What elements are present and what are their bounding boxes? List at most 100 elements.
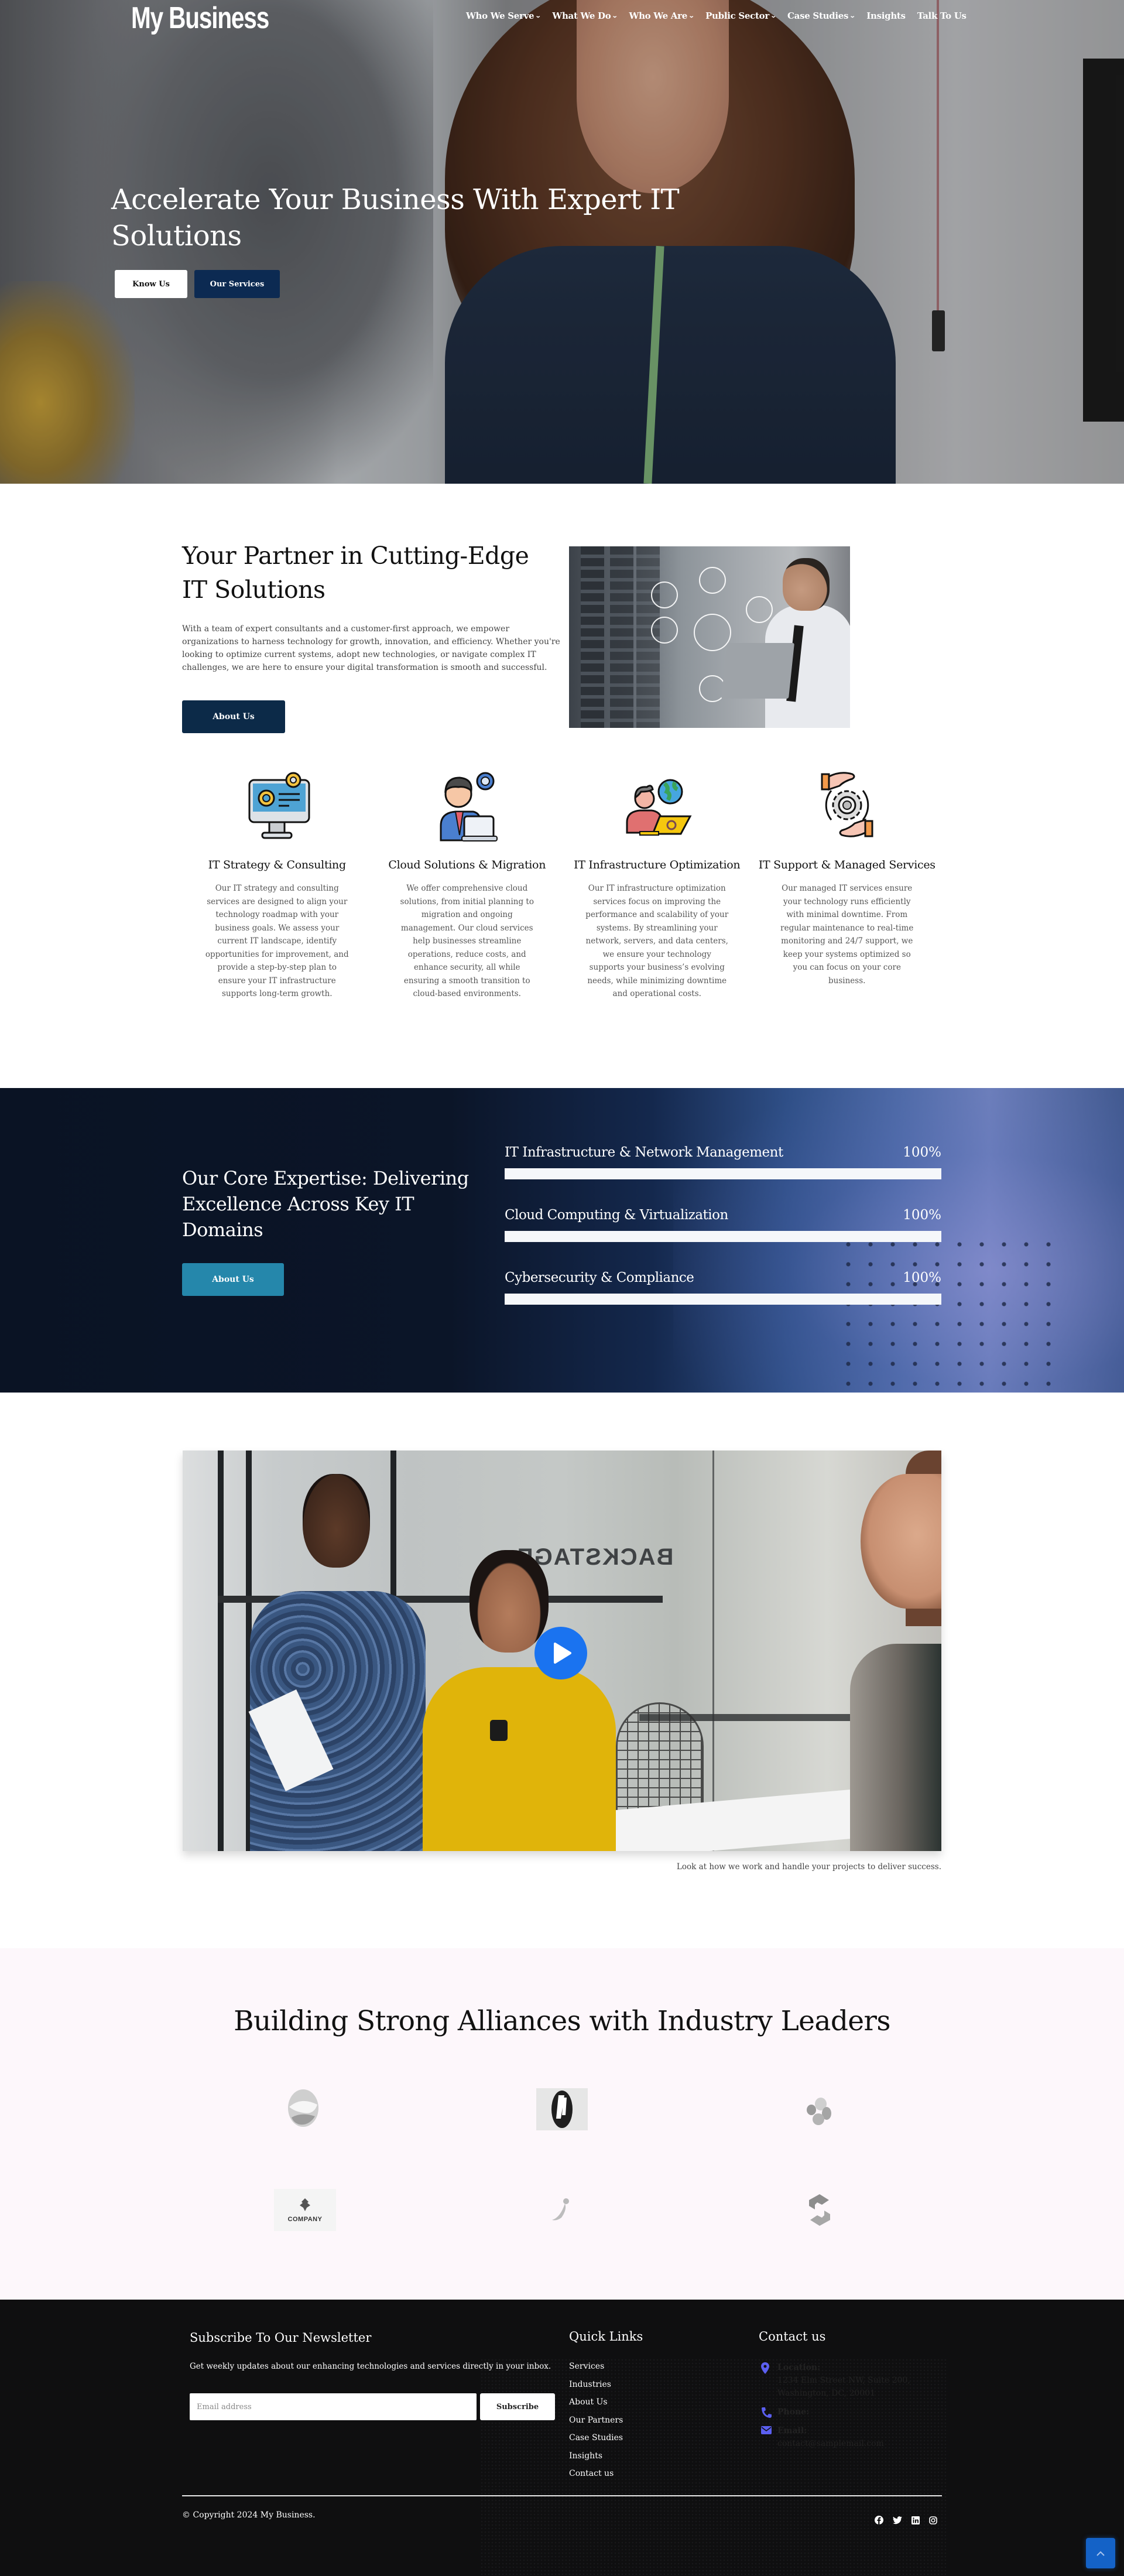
skills-list: IT Infrastructure & Network Management 1… — [505, 1145, 941, 1333]
contact-location: Location: 1234 Elm Street NW, Suite 200,… — [759, 2361, 946, 2400]
partner-logo-pebbles[interactable] — [802, 2093, 837, 2130]
woman-right-face — [861, 1474, 941, 1609]
envelope-icon — [761, 2426, 772, 2439]
tablet-hologram-icon — [699, 567, 726, 594]
user-globe-laptop-icon — [619, 767, 695, 843]
skill-percent: 100% — [903, 1270, 941, 1285]
tree-logo-icon — [300, 2198, 310, 2211]
nav-item-insights[interactable]: Insights — [866, 11, 906, 21]
location-line1: 1234 Elm Street NW, Suite 200, — [777, 2376, 910, 2385]
pebbles-logo-icon — [807, 2098, 831, 2125]
nav-item-who-we-are[interactable]: Who We Are ⌄ — [629, 11, 695, 21]
database-hologram-icon — [651, 581, 678, 608]
skill-track — [505, 1168, 941, 1179]
nav-label: Who We Are — [629, 11, 688, 21]
quick-link-insights[interactable]: Insights — [569, 2451, 623, 2462]
partner-logo-s-hexagon[interactable] — [802, 2191, 837, 2229]
swoosh-figure-logo-icon — [552, 2198, 569, 2221]
facebook-icon[interactable] — [875, 2516, 883, 2524]
service-title: Cloud Solutions & Migration — [388, 858, 546, 871]
phone-label: Phone: — [777, 2407, 810, 2417]
nav-item-who-we-serve[interactable]: Who We Serve ⌄ — [466, 11, 542, 21]
contact-title: Contact us — [759, 2329, 826, 2344]
hero-title: Accelerate Your Business With Expert IT … — [111, 183, 680, 252]
s-hexagon-logo-icon — [809, 2194, 830, 2226]
partner-logo-tree-company[interactable]: COMPANY — [274, 2189, 336, 2231]
service-card: Cloud Solutions & Migration We offer com… — [372, 767, 563, 1001]
service-title: IT Infrastructure Optimization — [574, 858, 741, 871]
service-text: We offer comprehensive cloud solutions, … — [400, 884, 534, 998]
nav-item-what-we-do[interactable]: What We Do ⌄ — [552, 11, 618, 21]
swirl-sphere-logo-icon — [288, 2089, 318, 2127]
skill-bar: IT Infrastructure & Network Management 1… — [505, 1145, 941, 1207]
social-links — [875, 2516, 937, 2524]
chevron-down-icon: ⌄ — [535, 12, 542, 19]
email-link[interactable]: contact@samplemail.com — [777, 2437, 946, 2450]
newsletter-title: Subscribe To Our Newsletter — [190, 2331, 372, 2345]
nav-label: Insights — [866, 11, 906, 21]
subscribe-button[interactable]: Subscribe — [480, 2393, 555, 2420]
quick-link-our-partners[interactable]: Our Partners — [569, 2415, 623, 2427]
video-person-man — [238, 1474, 437, 1851]
nav-label: Who We Serve — [466, 11, 534, 21]
skill-track — [505, 1231, 941, 1242]
server-rack — [610, 546, 633, 728]
about-image-it-consultant — [569, 546, 850, 728]
email-label: Email: — [777, 2426, 807, 2435]
about-text: With a team of expert consultants and a … — [182, 624, 560, 672]
partner-logo-swoosh-figure[interactable] — [543, 2192, 578, 2228]
quick-link-contact-us[interactable]: Contact us — [569, 2468, 623, 2480]
partner-logo-a-oval[interactable] — [536, 2088, 588, 2130]
quick-link-services[interactable]: Services — [569, 2361, 623, 2373]
linkedin-icon[interactable] — [911, 2516, 920, 2524]
newsletter-email-input[interactable] — [190, 2393, 477, 2420]
contact-info: Location: 1234 Elm Street NW, Suite 200,… — [759, 2361, 946, 2456]
partner-logo-swirl-sphere[interactable] — [280, 2085, 327, 2132]
service-text: Our IT strategy and consulting services … — [205, 884, 349, 998]
nav-label: Talk To Us — [917, 11, 967, 21]
expertise-about-us-button[interactable]: About Us — [182, 1263, 284, 1296]
man-head — [303, 1474, 370, 1568]
nav-item-case-studies[interactable]: Case Studies ⌄ — [787, 11, 856, 21]
computer-hologram-icon — [651, 617, 678, 644]
skill-track — [505, 1294, 941, 1305]
service-card: IT Infrastructure Optimization Our IT in… — [562, 767, 752, 1001]
know-us-button[interactable]: Know Us — [115, 270, 187, 298]
video-chair — [616, 1702, 704, 1819]
back-to-top-button[interactable] — [1086, 2538, 1115, 2568]
consultant-laptop-icon — [429, 767, 505, 843]
contact-phone: Phone: — [759, 2406, 946, 2418]
skill-label: Cloud Computing & Virtualization — [505, 1207, 728, 1223]
site-header: My Business Who We Serve ⌄ What We Do ⌄ Wh… — [0, 0, 1124, 36]
video-glass-edge — [712, 1451, 714, 1851]
video-person-woman — [423, 1550, 616, 1851]
consultant-laptop — [721, 643, 794, 699]
our-services-button[interactable]: Our Services — [194, 270, 280, 298]
cloud-hologram-icon — [694, 614, 731, 651]
quick-link-about-us[interactable]: About Us — [569, 2397, 623, 2409]
quick-link-case-studies[interactable]: Case Studies — [569, 2433, 623, 2444]
skill-fill — [505, 1294, 941, 1305]
nav-item-public-sector[interactable]: Public Sector ⌄ — [705, 11, 777, 21]
nav-item-talk-to-us[interactable]: Talk To Us — [917, 11, 967, 21]
twitter-icon[interactable] — [893, 2516, 902, 2524]
hands-gear-icon — [809, 767, 885, 843]
instagram-icon[interactable] — [929, 2516, 937, 2524]
about-title: Your Partner in Cutting-Edge IT Solution… — [182, 542, 529, 604]
skill-bar: Cloud Computing & Virtualization 100% — [505, 1207, 941, 1270]
about-us-button[interactable]: About Us — [182, 700, 285, 733]
map-pin-icon — [761, 2362, 769, 2378]
skill-label: IT Infrastructure & Network Management — [505, 1145, 783, 1160]
quick-link-industries[interactable]: Industries — [569, 2379, 623, 2391]
chevron-up-icon — [1096, 2551, 1105, 2556]
woman-right-body — [850, 1644, 941, 1851]
service-text: Our IT infrastructure optimization servi… — [585, 884, 729, 998]
location-line2: Washington, DC, 20001 — [777, 2389, 876, 2398]
service-text: Our managed IT services ensure your tech… — [780, 884, 914, 986]
play-button[interactable] — [534, 1627, 587, 1679]
skill-percent: 100% — [903, 1207, 941, 1223]
contact-email: Email: contact@samplemail.com — [759, 2424, 946, 2450]
services-row: IT Strategy & Consulting Our IT strategy… — [182, 767, 942, 1001]
skill-label: Cybersecurity & Compliance — [505, 1270, 694, 1285]
brand-logo[interactable]: My Business — [131, 1, 269, 35]
